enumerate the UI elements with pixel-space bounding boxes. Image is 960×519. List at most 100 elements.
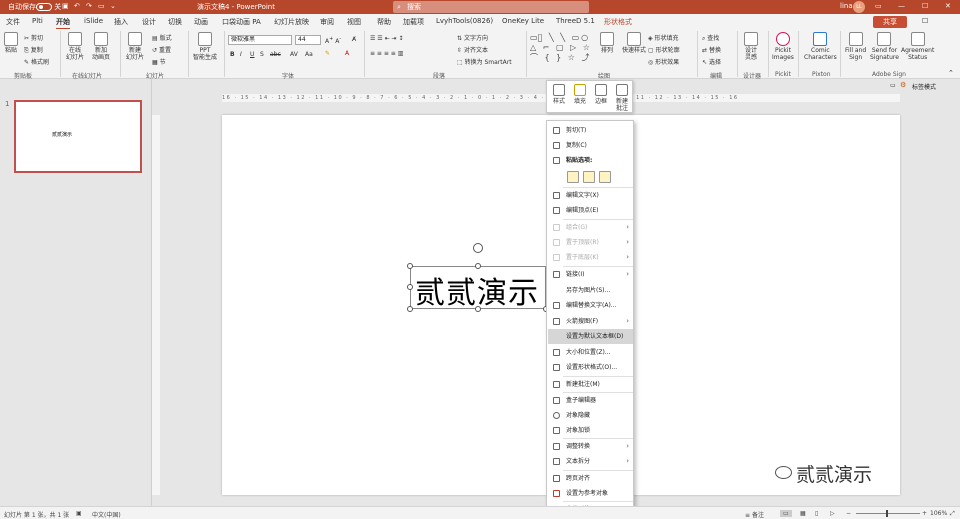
ruler-collapse-icon[interactable]: ▭	[890, 82, 896, 89]
font-color-icon[interactable]: A	[345, 50, 349, 57]
menu-cross-page-align[interactable]: 跨页对齐	[548, 471, 633, 486]
tab-threed[interactable]: ThreeD 5.1	[556, 17, 595, 25]
send-signature-button[interactable]: Send for Signature	[870, 32, 899, 61]
accessibility-icon[interactable]: ▣	[76, 510, 82, 517]
tab-addins[interactable]: 加载项	[403, 17, 424, 27]
cut-button[interactable]: ✂ 剪切	[24, 33, 43, 42]
normal-view-icon[interactable]: ▭	[780, 510, 792, 517]
menu-link[interactable]: 链接(I) ›	[548, 267, 633, 282]
menu-format-shape[interactable]: 设置形状格式(O)...	[548, 360, 633, 375]
minimize-icon[interactable]: —	[898, 2, 905, 10]
new-comment-mini-button[interactable]: 新建 批注	[612, 84, 632, 112]
save-icon[interactable]: ▣	[62, 2, 69, 10]
ppt-smart-button[interactable]: PPT 智能生成	[193, 32, 217, 61]
menu-copy[interactable]: 复制(C)	[548, 138, 633, 153]
sorter-view-icon[interactable]: ▦	[800, 510, 806, 517]
undo-icon[interactable]: ↶	[74, 2, 80, 10]
pickit-button[interactable]: Pickit Images	[772, 32, 794, 61]
tab-review[interactable]: 审阅	[320, 17, 334, 27]
maximize-icon[interactable]: ☐	[922, 2, 928, 10]
menu-save-as-picture[interactable]: 另存为图片(S)...	[548, 283, 633, 298]
italic-button[interactable]: I	[240, 51, 242, 58]
clear-format-icon[interactable]: A̸	[352, 36, 356, 43]
menu-edit-text[interactable]: 编辑文字(X)	[548, 188, 633, 203]
menu-edit-points[interactable]: 编辑顶点(E)	[548, 203, 633, 218]
agreement-status-button[interactable]: Agreement Status	[901, 32, 934, 61]
tag-mode-icon[interactable]: ⚙	[900, 81, 906, 89]
outline-button[interactable]: 边框	[591, 84, 611, 105]
present-icon[interactable]: ▭	[98, 2, 105, 10]
change-case-button[interactable]: Aa	[305, 51, 313, 58]
strikethrough-button[interactable]: abc	[270, 51, 281, 58]
menu-hide-object[interactable]: 对象隐藏	[548, 408, 633, 423]
menu-new-comment[interactable]: 新建批注(M)	[548, 377, 633, 392]
tab-design[interactable]: 设计	[142, 17, 156, 27]
menu-set-default-textbox[interactable]: 设置为默认文本框(D)	[548, 329, 633, 344]
menu-cut[interactable]: 剪切(T)	[548, 123, 633, 138]
new-slide-button[interactable]: 新建 幻灯片	[126, 32, 144, 61]
tab-slideshow[interactable]: 幻灯片放映	[274, 17, 309, 27]
menu-alt-text[interactable]: 编辑替换文字(A)...	[548, 298, 633, 313]
more-icon[interactable]: ⌄	[110, 2, 116, 10]
zoom-out-icon[interactable]: −	[846, 510, 851, 517]
replace-button[interactable]: ⇄ 替换	[702, 45, 721, 54]
user-name[interactable]: lina	[840, 2, 853, 10]
paste-picture-icon[interactable]	[583, 171, 595, 183]
shape-effects-button[interactable]: ◎ 形状效果	[648, 57, 679, 66]
avatar[interactable]: LL	[853, 1, 865, 13]
redo-icon[interactable]: ↷	[86, 2, 92, 10]
char-spacing-button[interactable]: AV	[290, 51, 298, 58]
tab-file[interactable]: 文件	[6, 17, 20, 27]
menu-smart-search[interactable]: 火箭搜图(F) ›	[548, 314, 633, 329]
tab-islide[interactable]: iSlide	[84, 17, 103, 25]
share-button[interactable]: 共享	[873, 16, 907, 28]
menu-lock-object[interactable]: 对象加锁	[548, 423, 633, 438]
font-size-select[interactable]: 44	[295, 35, 321, 45]
align-buttons[interactable]: ≡ ≡ ≡ ≡ ▥	[370, 50, 403, 57]
comments-icon[interactable]: ☐	[922, 17, 928, 25]
font-name-select[interactable]: 微软雅黑	[228, 35, 292, 45]
arrange-button[interactable]: 排列	[600, 32, 614, 54]
tab-onekey[interactable]: OneKey Lite	[502, 17, 544, 25]
collapse-ribbon-icon[interactable]: ⌃	[948, 69, 954, 77]
tab-plti[interactable]: Plti	[32, 17, 43, 25]
tab-pocket-anim[interactable]: 口袋动画 PA	[222, 17, 261, 27]
menu-set-reference[interactable]: 设置为参考对象	[548, 486, 633, 501]
quick-styles-button[interactable]: 快速样式	[622, 32, 646, 54]
menu-box-editor[interactable]: 盒子编辑器	[548, 393, 633, 408]
grow-font-button[interactable]: A+ A-	[325, 36, 341, 45]
tab-shape-format[interactable]: 形状格式	[604, 17, 632, 27]
menu-size-position[interactable]: 大小和位置(Z)...	[548, 345, 633, 360]
copy-button[interactable]: ⎘ 复制	[24, 45, 43, 55]
rotate-handle-icon[interactable]	[473, 243, 483, 253]
menu-text-split[interactable]: 文本拆分 ›	[548, 454, 633, 469]
tab-lvyhtools[interactable]: LvyhTools(0826)	[436, 17, 493, 25]
online-slides-button[interactable]: 在线 幻灯片	[66, 32, 84, 61]
resize-handle-ml[interactable]	[407, 284, 413, 290]
zoom-slider[interactable]	[856, 513, 920, 514]
fill-button[interactable]: 填充	[570, 84, 590, 105]
zoom-in-icon[interactable]: +	[922, 510, 927, 517]
paste-keep-source-icon[interactable]	[567, 171, 579, 183]
language-status[interactable]: 中文(中国)	[92, 510, 121, 519]
tag-mode-label[interactable]: 标签模式	[912, 82, 936, 91]
shape-outline-button[interactable]: ▢ 形状轮廓	[648, 45, 680, 54]
shadow-button[interactable]: S	[260, 51, 264, 58]
section-button[interactable]: ▦ 节	[152, 57, 166, 66]
fill-sign-button[interactable]: Fill and Sign	[845, 32, 866, 61]
find-button[interactable]: ⌕ 查找	[702, 33, 719, 43]
search-box[interactable]: ⌕ 搜索	[393, 1, 589, 13]
ribbon-options-icon[interactable]: ▭	[875, 2, 882, 10]
zoom-level[interactable]: 106%	[930, 510, 947, 517]
text-direction-button[interactable]: ⇅ 文字方向	[457, 33, 488, 42]
slide-thumbnail[interactable]	[14, 100, 142, 173]
bullets-button[interactable]: ☰ ☰ ⇤ ⇥ ↕	[370, 35, 403, 42]
tab-help[interactable]: 帮助	[377, 17, 391, 27]
menu-adjust-convert[interactable]: 调整转换 ›	[548, 439, 633, 454]
format-painter-button[interactable]: ✎ 格式刷	[24, 57, 49, 66]
bold-button[interactable]: B	[230, 51, 235, 58]
tab-animations[interactable]: 动画	[194, 17, 208, 27]
tab-insert[interactable]: 插入	[114, 17, 128, 27]
tab-view[interactable]: 视图	[347, 17, 361, 27]
resize-handle-tl[interactable]	[407, 263, 413, 269]
